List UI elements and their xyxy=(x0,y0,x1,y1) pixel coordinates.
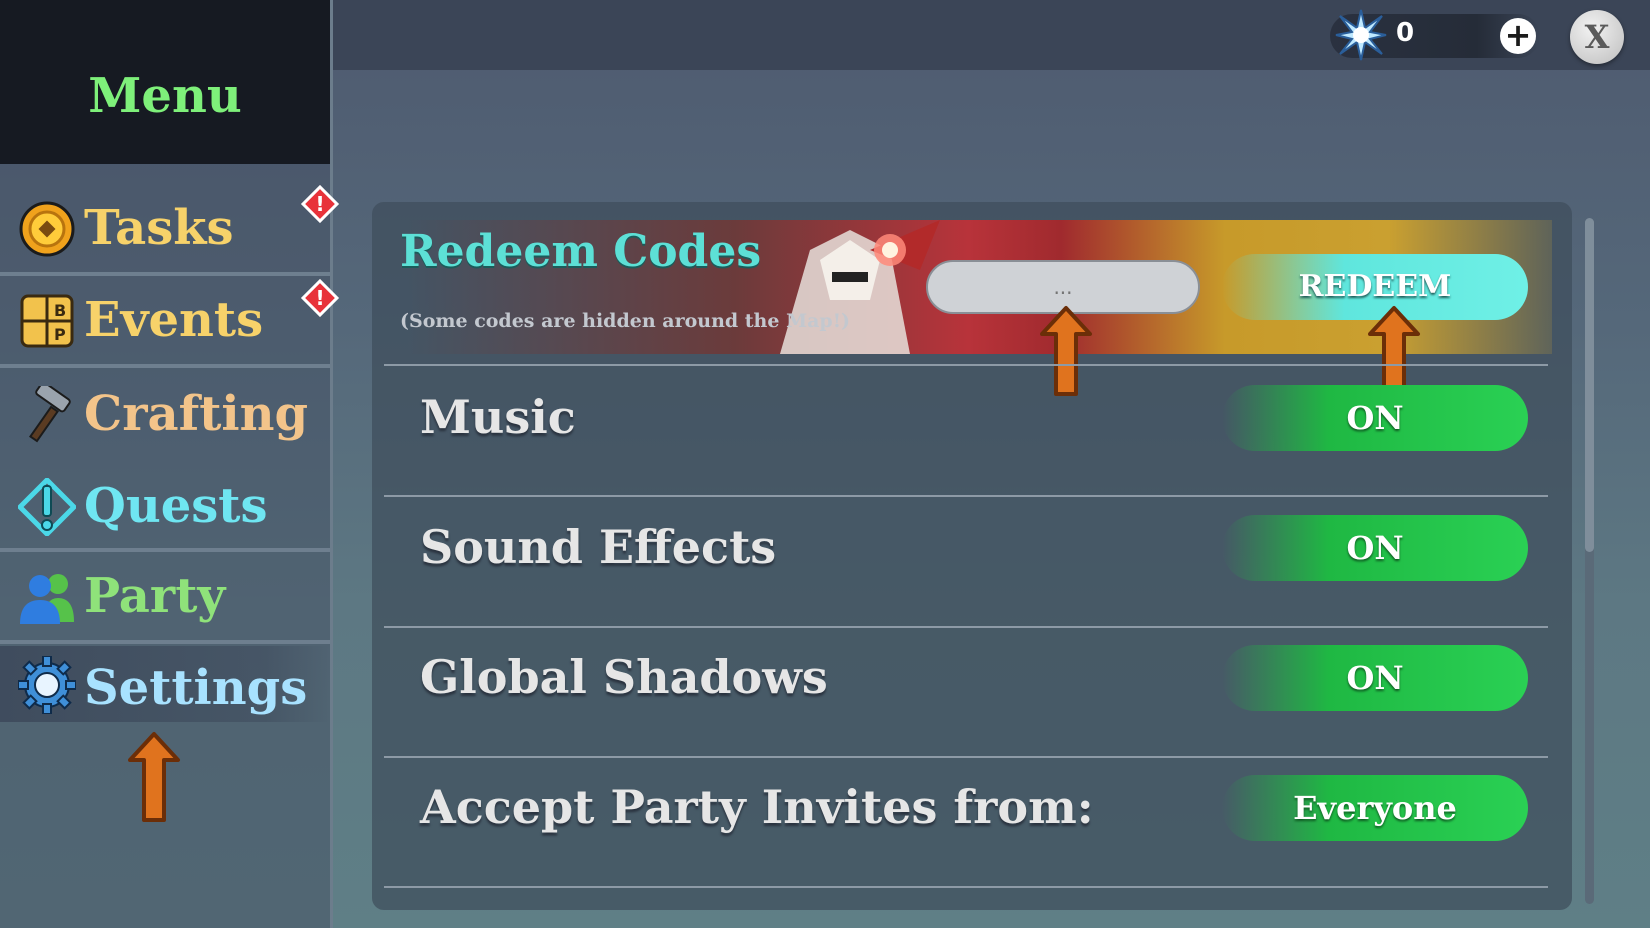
spark-currency-icon xyxy=(1335,9,1387,61)
pointer-arrow-icon xyxy=(128,732,180,822)
sidebar-item-label: Crafting xyxy=(84,386,309,442)
alert-icon: ! xyxy=(300,278,340,318)
setting-label-party-invites: Accept Party Invites from: xyxy=(420,780,1094,834)
divider xyxy=(384,626,1548,628)
hammer-icon xyxy=(29,386,71,443)
add-currency-button[interactable]: + xyxy=(1500,18,1536,54)
sidebar-item-events[interactable]: B P Events xyxy=(0,278,330,364)
sidebar-item-party[interactable]: Party xyxy=(0,554,330,640)
divider xyxy=(0,548,330,552)
pointer-arrow-icon xyxy=(1040,306,1092,396)
setting-label-sound-effects: Sound Effects xyxy=(420,520,777,574)
sidebar-item-quests[interactable]: Quests xyxy=(0,464,330,550)
menu-title: Menu xyxy=(88,68,242,124)
gear-icon xyxy=(18,656,76,714)
alert-icon: ! xyxy=(300,184,340,224)
sidebar-item-tasks[interactable]: Tasks xyxy=(0,186,330,272)
redeem-codes-subtitle: (Some codes are hidden around the Map!) xyxy=(400,310,851,332)
sidebar-item-label: Settings xyxy=(84,660,308,716)
sidebar-item-settings[interactable]: Settings xyxy=(0,646,330,722)
setting-label-global-shadows: Global Shadows xyxy=(420,650,828,704)
sidebar-item-label: Tasks xyxy=(84,200,234,256)
global-shadows-toggle[interactable]: ON xyxy=(1222,645,1528,711)
svg-text:!: ! xyxy=(315,192,324,216)
party-invites-dropdown[interactable]: Everyone xyxy=(1222,775,1528,841)
coin-icon xyxy=(19,201,75,257)
events-card-icon: B P xyxy=(20,294,74,348)
divider xyxy=(384,756,1548,758)
sound-effects-toggle[interactable]: ON xyxy=(1222,515,1528,581)
music-toggle[interactable]: ON xyxy=(1222,385,1528,451)
svg-text:P: P xyxy=(54,325,66,344)
party-people-icon xyxy=(20,574,74,624)
divider xyxy=(384,495,1548,497)
scrollbar-thumb[interactable] xyxy=(1585,218,1594,552)
currency-value: 0 xyxy=(1396,18,1415,48)
sidebar-item-label: Quests xyxy=(84,478,268,534)
sidebar-item-crafting[interactable]: Crafting xyxy=(0,372,330,458)
divider xyxy=(384,886,1548,888)
redeem-codes-title: Redeem Codes xyxy=(400,226,762,277)
close-button[interactable]: X xyxy=(1570,10,1624,64)
svg-text:!: ! xyxy=(315,286,324,310)
divider xyxy=(0,640,330,644)
quest-exclamation-icon xyxy=(18,478,76,536)
svg-text:B: B xyxy=(54,301,66,320)
divider xyxy=(0,272,330,276)
sidebar-item-label: Party xyxy=(84,568,226,624)
setting-label-music: Music xyxy=(420,390,576,444)
divider xyxy=(384,364,1548,366)
sidebar-item-label: Events xyxy=(84,292,264,348)
divider xyxy=(0,364,330,368)
